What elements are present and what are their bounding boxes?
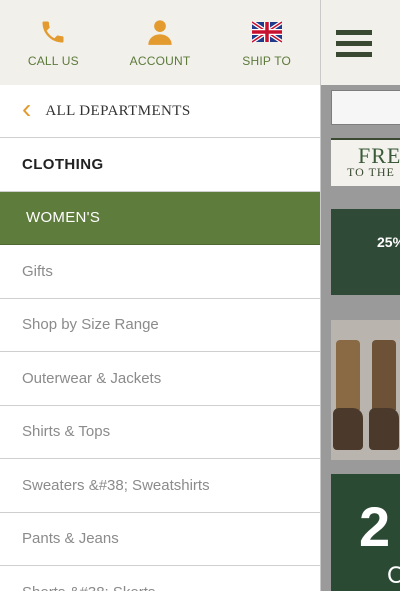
account-label: ACCOUNT bbox=[129, 54, 191, 68]
utility-bar: CALL US ACCOUNT SHIP TO bbox=[0, 0, 320, 85]
search-input[interactable] bbox=[331, 90, 400, 125]
call-us-label: CALL US bbox=[27, 54, 79, 68]
feature-banner[interactable]: 2 C bbox=[331, 474, 400, 591]
nav-drawer: CALL US ACCOUNT SHIP TO ‹ ALL DEPARTMENT… bbox=[0, 0, 320, 591]
menu-icon[interactable] bbox=[336, 30, 372, 58]
back-label: ALL DEPARTMENTS bbox=[45, 102, 191, 119]
nav-item-shorts[interactable]: Shorts &#38; Skorts bbox=[0, 566, 320, 591]
category-womens-active[interactable]: WOMEN'S bbox=[0, 191, 320, 245]
ship-to-label: SHIP TO bbox=[242, 54, 292, 68]
nav-item-outerwear[interactable]: Outerwear & Jackets bbox=[0, 352, 320, 406]
uk-flag-icon bbox=[251, 18, 282, 46]
nav-item-pants[interactable]: Pants & Jeans bbox=[0, 513, 320, 566]
feature-letter: C bbox=[387, 562, 400, 589]
discount-text: 25% bbox=[377, 234, 400, 250]
category-clothing[interactable]: CLOTHING bbox=[0, 138, 320, 192]
ship-to-button[interactable]: SHIP TO bbox=[213, 0, 320, 85]
promo-banner: FRE TO THE bbox=[331, 138, 400, 186]
boots-image[interactable] bbox=[331, 320, 400, 460]
user-icon bbox=[145, 18, 175, 46]
feature-number: 2 bbox=[359, 495, 391, 558]
call-us-button[interactable]: CALL US bbox=[0, 0, 107, 85]
phone-icon bbox=[38, 18, 68, 46]
promo-subline: TO THE bbox=[347, 165, 395, 179]
nav-item-shirts[interactable]: Shirts & Tops bbox=[0, 406, 320, 459]
all-departments-back-button[interactable]: ‹ ALL DEPARTMENTS bbox=[0, 85, 320, 138]
chevron-left-icon: ‹ bbox=[22, 93, 32, 124]
background-header bbox=[320, 0, 400, 85]
nav-item-sweaters[interactable]: Sweaters &#38; Sweatshirts bbox=[0, 459, 320, 513]
background-page: FRE TO THE 25% 2 C bbox=[320, 0, 400, 591]
nav-item-size-range[interactable]: Shop by Size Range bbox=[0, 299, 320, 352]
account-button[interactable]: ACCOUNT bbox=[107, 0, 214, 85]
discount-banner[interactable]: 25% bbox=[331, 209, 400, 295]
nav-item-gifts[interactable]: Gifts bbox=[0, 245, 320, 299]
